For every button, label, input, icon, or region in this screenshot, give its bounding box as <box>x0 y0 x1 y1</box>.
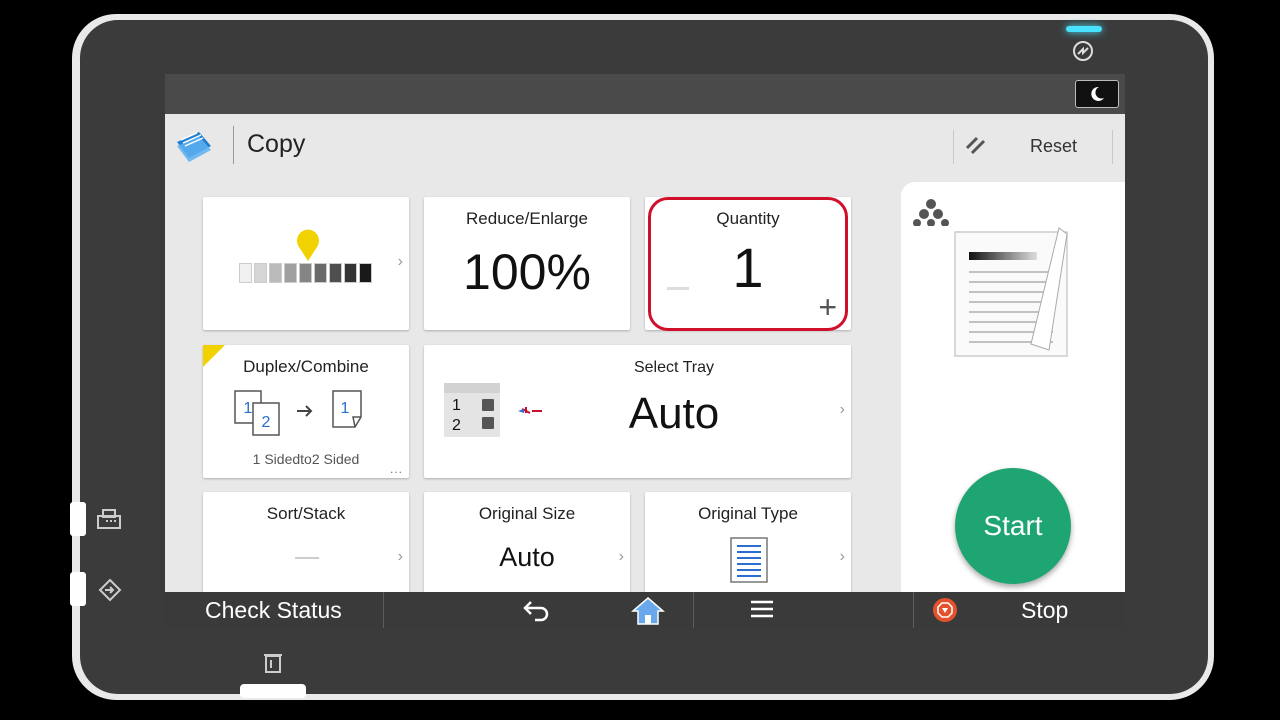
select-tray-label: Select Tray <box>633 359 715 376</box>
chevron-right-icon: › <box>839 401 845 418</box>
duplex-icon: 1 2 1 <box>234 390 362 436</box>
more-options-icon: ... <box>389 462 403 476</box>
energy-saver-icon[interactable] <box>1072 40 1094 66</box>
sort-stack-tile[interactable]: Sort/Stack › <box>203 492 409 602</box>
tray-2-label: 2 <box>452 417 461 434</box>
check-status-button[interactable]: Check Status <box>205 597 342 624</box>
reset-label: Reset <box>1030 136 1078 156</box>
reset-button[interactable]: Reset <box>953 130 1113 164</box>
original-size-value: Auto <box>499 542 555 572</box>
page-title: Copy <box>247 130 306 158</box>
density-level <box>254 263 267 283</box>
fax-icon[interactable] <box>96 508 122 534</box>
original-size-tile[interactable]: Original Size Auto › <box>424 492 630 602</box>
density-scale <box>239 263 372 283</box>
svg-text:1: 1 <box>244 400 253 417</box>
density-level <box>344 263 357 283</box>
reduce-enlarge-value: 100% <box>463 244 591 300</box>
menu-icon[interactable] <box>749 596 775 627</box>
nav-separator <box>693 592 694 628</box>
sort-stack-label: Sort/Stack <box>266 504 346 523</box>
quantity-highlight <box>648 197 848 331</box>
touch-screen: Copy Reset › Reduce/Enlarge 100% Quantit… <box>165 74 1125 628</box>
text-document-icon <box>730 537 768 583</box>
density-level <box>284 263 297 283</box>
chevron-right-icon: › <box>397 253 403 270</box>
power-led <box>1066 26 1102 32</box>
stop-icon[interactable] <box>933 598 957 622</box>
original-type-tile[interactable]: Original Type › <box>645 492 851 602</box>
title-bar: Copy Reset <box>165 114 1125 176</box>
login-icon[interactable] <box>98 578 122 606</box>
nav-separator <box>383 592 384 628</box>
data-in-icon <box>262 650 284 678</box>
density-level <box>329 263 342 283</box>
select-tray-tile[interactable]: 1 2 Select Tray Auto › <box>424 345 851 478</box>
home-icon[interactable] <box>630 596 666 628</box>
side-tab-fax <box>70 502 86 536</box>
original-size-label: Original Size <box>478 504 576 523</box>
back-icon[interactable] <box>521 596 551 628</box>
duplex-label: Duplex/Combine <box>243 357 369 376</box>
stop-button[interactable]: Stop <box>1021 597 1068 624</box>
title-separator <box>233 126 234 164</box>
sleep-button[interactable] <box>1075 80 1119 108</box>
nav-separator <box>913 592 914 628</box>
tray-1-label: 1 <box>452 397 461 414</box>
chevron-right-icon: › <box>397 548 403 565</box>
reduce-enlarge-tile[interactable]: Reduce/Enlarge 100% <box>424 197 630 330</box>
side-tab-login <box>70 572 86 606</box>
original-type-label: Original Type <box>698 504 798 523</box>
chevron-right-icon: › <box>839 548 845 565</box>
density-tile[interactable]: › <box>203 197 409 330</box>
sort-stack-none <box>295 557 319 559</box>
color-mode-icon <box>913 199 949 226</box>
density-level <box>299 263 312 283</box>
moon-icon <box>1091 86 1104 101</box>
select-tray-value: Auto <box>628 389 720 438</box>
status-bar <box>165 74 1125 114</box>
density-level <box>314 263 327 283</box>
density-indicator-icon <box>297 229 319 261</box>
density-level <box>269 263 282 283</box>
duplex-setting: 1 Sidedto2 Sided <box>252 451 360 467</box>
svg-text:1: 1 <box>341 400 350 417</box>
svg-text:2: 2 <box>262 414 271 431</box>
reduce-enlarge-label: Reduce/Enlarge <box>466 209 588 228</box>
copy-app-icon <box>177 132 211 162</box>
density-level <box>239 263 252 283</box>
duplex-combine-tile[interactable]: Duplex/Combine 1 2 1 1 Sidedto2 Sided ..… <box>203 345 409 478</box>
copy-preview-icon <box>954 227 1068 357</box>
start-button[interactable]: Start <box>955 468 1071 584</box>
reset-icon <box>964 134 988 162</box>
density-level <box>359 263 372 283</box>
bottom-tab <box>240 684 306 698</box>
bottom-nav-bar: Check Status Stop <box>165 592 1125 628</box>
chevron-right-icon: › <box>618 548 624 565</box>
